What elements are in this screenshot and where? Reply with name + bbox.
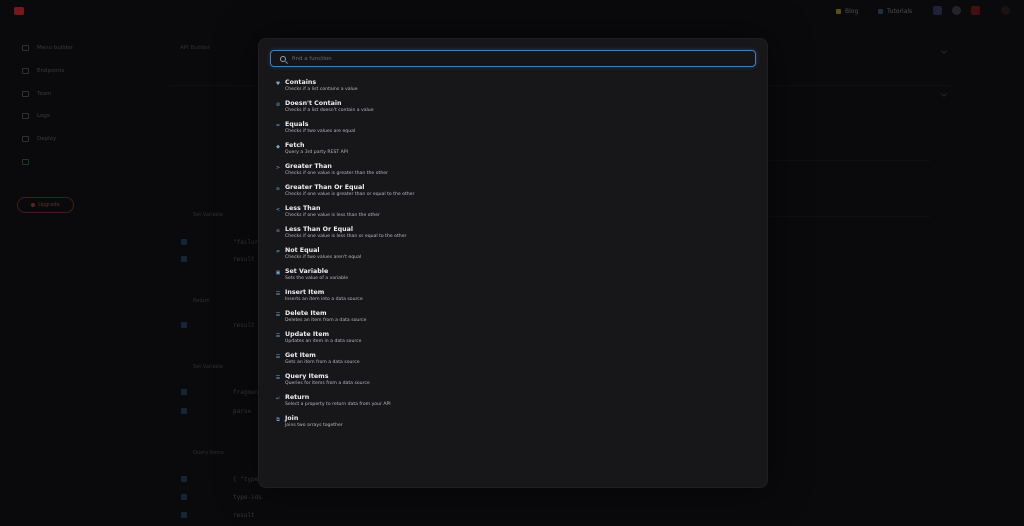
function-name: Insert Item (285, 289, 325, 296)
function-description: Checks if two values are equal (285, 129, 356, 134)
function-description: Checks if one value is less than or equa… (285, 234, 407, 239)
function-item-equals[interactable]: = Equals Checks if two values are equal (275, 121, 755, 139)
function-name: Get Item (285, 352, 316, 359)
function-description: Joins two arrays together (285, 423, 343, 428)
function-name: Less Than (285, 205, 321, 212)
function-item-contains[interactable]: ♥ Contains Checks if a list contains a v… (275, 79, 755, 97)
query-icon: ☰ (275, 374, 281, 381)
function-item-greater-than-or-equal[interactable]: ≥ Greater Than Or Equal Checks if one va… (275, 184, 755, 202)
function-description: Checks if a list contains a value (285, 87, 358, 92)
function-palette-modal: ♥ Contains Checks if a list contains a v… (258, 38, 768, 488)
heart-icon: ♥ (275, 80, 281, 87)
function-item-fetch[interactable]: ◆ Fetch Query a 3rd party REST API (275, 142, 755, 160)
function-name: Delete Item (285, 310, 327, 317)
function-description: Select a property to return data from yo… (285, 402, 391, 407)
function-name: Less Than Or Equal (285, 226, 354, 233)
function-item-query-items[interactable]: ☰ Query Items Queries for items from a d… (275, 373, 755, 391)
return-icon: ↵ (275, 395, 281, 402)
function-name: Query Items (285, 373, 329, 380)
app-window: Blog Tutorials Menu builder Endpoints Te… (0, 0, 1024, 526)
function-item-insert-item[interactable]: ☰ Insert Item Inserts an item into a dat… (275, 289, 755, 307)
delete-icon: ☰ (275, 311, 281, 318)
function-item-join[interactable]: ⧉ Join Joins two arrays together (275, 415, 755, 433)
equals-icon: = (275, 122, 281, 129)
function-name: Equals (285, 121, 309, 128)
function-name: Doesn't Contain (285, 100, 342, 107)
search-input[interactable] (292, 55, 732, 62)
function-item-greater-than[interactable]: > Greater Than Checks if one value is gr… (275, 163, 755, 181)
function-description: Gets an item from a data source (285, 360, 360, 365)
update-icon: ☰ (275, 332, 281, 339)
function-name: Update Item (285, 331, 330, 338)
function-description: Checks if a list doesn't contain a value (285, 108, 374, 113)
function-name: Not Equal (285, 247, 320, 254)
function-description: Checks if one value is less than the oth… (285, 213, 380, 218)
function-name: Fetch (285, 142, 305, 149)
function-item-update-item[interactable]: ☰ Update Item Updates an item in a data … (275, 331, 755, 349)
greater-than-icon: > (275, 164, 281, 171)
function-item-less-than-or-equal[interactable]: ≤ Less Than Or Equal Checks if one value… (275, 226, 755, 244)
function-name: Greater Than Or Equal (285, 184, 365, 191)
function-name: Greater Than (285, 163, 332, 170)
circle-slash-icon: ⊘ (275, 101, 281, 108)
function-description: Queries for items from a data source (285, 381, 370, 386)
function-item-not-equal[interactable]: ≠ Not Equal Checks if two values aren't … (275, 247, 755, 265)
function-item-doesnt-contain[interactable]: ⊘ Doesn't Contain Checks if a list doesn… (275, 100, 755, 118)
function-item-delete-item[interactable]: ☰ Delete Item Deletes an item from a dat… (275, 310, 755, 328)
search-icon (280, 55, 286, 62)
greater-equal-icon: ≥ (275, 185, 281, 192)
function-item-set-variable[interactable]: ▣ Set Variable Sets the value of a varia… (275, 268, 755, 286)
function-name: Contains (285, 79, 317, 86)
join-icon: ⧉ (276, 416, 280, 423)
function-name: Return (285, 394, 310, 401)
less-equal-icon: ≤ (275, 227, 281, 234)
function-name: Set Variable (285, 268, 329, 275)
variable-icon: ▣ (275, 269, 281, 276)
function-description: Checks if one value is greater than or e… (285, 192, 415, 197)
function-description: Deletes an item from a data source (285, 318, 367, 323)
not-equal-icon: ≠ (275, 248, 281, 255)
function-item-return[interactable]: ↵ Return Select a property to return dat… (275, 394, 755, 412)
get-icon: ☰ (275, 353, 281, 360)
less-than-icon: < (275, 206, 281, 213)
function-description: Checks if two values aren't equal (285, 255, 362, 260)
insert-icon: ☰ (275, 290, 281, 297)
function-description: Updates an item in a data source (285, 339, 362, 344)
function-item-get-item[interactable]: ☰ Get Item Gets an item from a data sour… (275, 352, 755, 370)
function-description: Query a 3rd party REST API (285, 150, 348, 155)
function-description: Inserts an item into a data source (285, 297, 363, 302)
function-item-less-than[interactable]: < Less Than Checks if one value is less … (275, 205, 755, 223)
function-description: Sets the value of a variable (285, 276, 349, 281)
function-description: Checks if one value is greater than the … (285, 171, 388, 176)
drop-icon: ◆ (276, 143, 280, 150)
search-box[interactable] (270, 50, 756, 67)
function-name: Join (285, 415, 299, 422)
